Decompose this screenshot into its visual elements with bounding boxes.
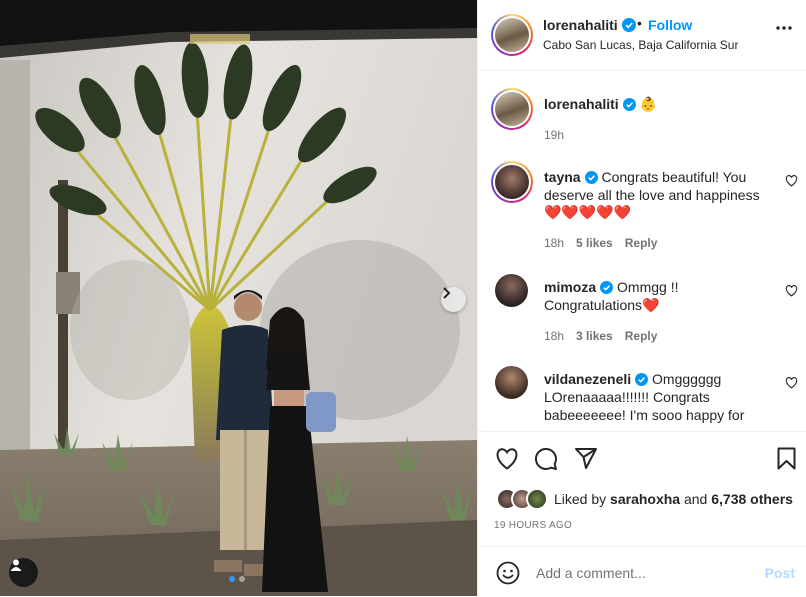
carousel-indicator: [229, 576, 245, 582]
comment-likes[interactable]: 5 likes: [576, 236, 613, 250]
likes-prefix: Liked by: [554, 491, 607, 507]
post-location[interactable]: Cabo San Lucas, Baja California Sur: [543, 38, 738, 52]
author-username-text[interactable]: lorenahaliti: [543, 17, 618, 33]
post-sidebar: lorenahaliti • Follow Cabo San Lucas, Ba…: [477, 0, 806, 596]
post-header: lorenahaliti • Follow Cabo San Lucas, Ba…: [478, 0, 806, 71]
comment-text: mimoza Ommgg !! Congratulations❤️: [544, 278, 776, 315]
verified-badge-icon: [621, 18, 636, 32]
like-comment-icon[interactable]: [785, 175, 798, 187]
liker-avatar[interactable]: [526, 488, 548, 510]
liker-username[interactable]: sarahoxha: [610, 491, 680, 507]
caption-emoji: 👶: [639, 96, 658, 112]
caption-avatar[interactable]: [491, 88, 533, 130]
user-icon: [10, 559, 22, 571]
author-avatar[interactable]: [491, 14, 533, 56]
like-icon[interactable]: [495, 448, 519, 470]
comment-emoji: ❤️: [642, 298, 660, 314]
verified-badge-icon: [622, 98, 636, 111]
comment-likes[interactable]: 3 likes: [576, 329, 613, 343]
follow-button[interactable]: Follow: [648, 17, 692, 33]
like-comment-icon[interactable]: [785, 377, 798, 389]
comment-avatar[interactable]: [495, 274, 528, 307]
carousel-dot: [229, 576, 235, 582]
caption-username[interactable]: lorenahaliti: [544, 96, 619, 112]
post-actions: Liked by sarahoxha and 6,738 others 19 H…: [478, 431, 806, 547]
comment-text: tayna Congrats beautiful! You deserve al…: [544, 168, 776, 222]
likes-count[interactable]: 6,738 others: [711, 491, 793, 507]
chevron-right-icon: [443, 287, 451, 299]
comment-meta: 18h 3 likes Reply: [544, 329, 657, 343]
next-slide-button[interactable]: [441, 287, 466, 312]
verified-badge-icon: [600, 281, 614, 294]
more-options-icon[interactable]: [776, 26, 792, 30]
like-comment-icon[interactable]: [785, 285, 798, 297]
comments-list[interactable]: lorenahaliti 👶 19h tayna Congrats beauti…: [478, 71, 806, 431]
comment-avatar[interactable]: [495, 366, 528, 399]
reply-button[interactable]: Reply: [625, 329, 658, 343]
comment-avatar[interactable]: [491, 161, 533, 203]
header-separator: •: [637, 15, 642, 31]
likes-text: Liked by sarahoxha and 6,738 others: [554, 491, 793, 507]
comment-username[interactable]: vildanezeneli: [544, 371, 631, 387]
caption-text: lorenahaliti 👶: [544, 95, 776, 113]
likes-conjunction: and: [683, 491, 708, 507]
comment-username[interactable]: mimoza: [544, 279, 596, 295]
save-icon[interactable]: [777, 447, 796, 470]
likes-summary: Liked by sarahoxha and 6,738 others: [496, 488, 793, 510]
verified-badge-icon: [635, 373, 649, 386]
comment-icon[interactable]: [534, 447, 558, 471]
share-icon[interactable]: [574, 447, 598, 470]
comment-text: vildanezeneli Omgggggg LOrenaaaaa!!!!!!!…: [544, 370, 776, 424]
comment-time: 18h: [544, 236, 565, 250]
comment-input[interactable]: [534, 561, 758, 585]
post-photo[interactable]: [0, 0, 477, 596]
comment-emoji: ❤️❤️❤️❤️❤️: [544, 205, 632, 221]
comment-composer: Post: [478, 546, 806, 597]
reply-button[interactable]: Reply: [625, 236, 658, 250]
comment-meta: 18h 5 likes Reply: [544, 236, 657, 250]
emoji-icon[interactable]: [496, 561, 520, 585]
carousel-dot: [239, 576, 245, 582]
comment-time: 18h: [544, 329, 565, 343]
post-comment-button[interactable]: Post: [765, 565, 795, 581]
caption-time: 19h: [544, 128, 565, 142]
tagged-users-button[interactable]: [9, 558, 38, 587]
post-timestamp[interactable]: 19 HOURS AGO: [494, 520, 572, 531]
comment-username[interactable]: tayna: [544, 169, 581, 185]
verified-badge-icon: [584, 171, 598, 184]
photo-scene: [0, 0, 477, 596]
author-username[interactable]: lorenahaliti: [543, 17, 636, 33]
